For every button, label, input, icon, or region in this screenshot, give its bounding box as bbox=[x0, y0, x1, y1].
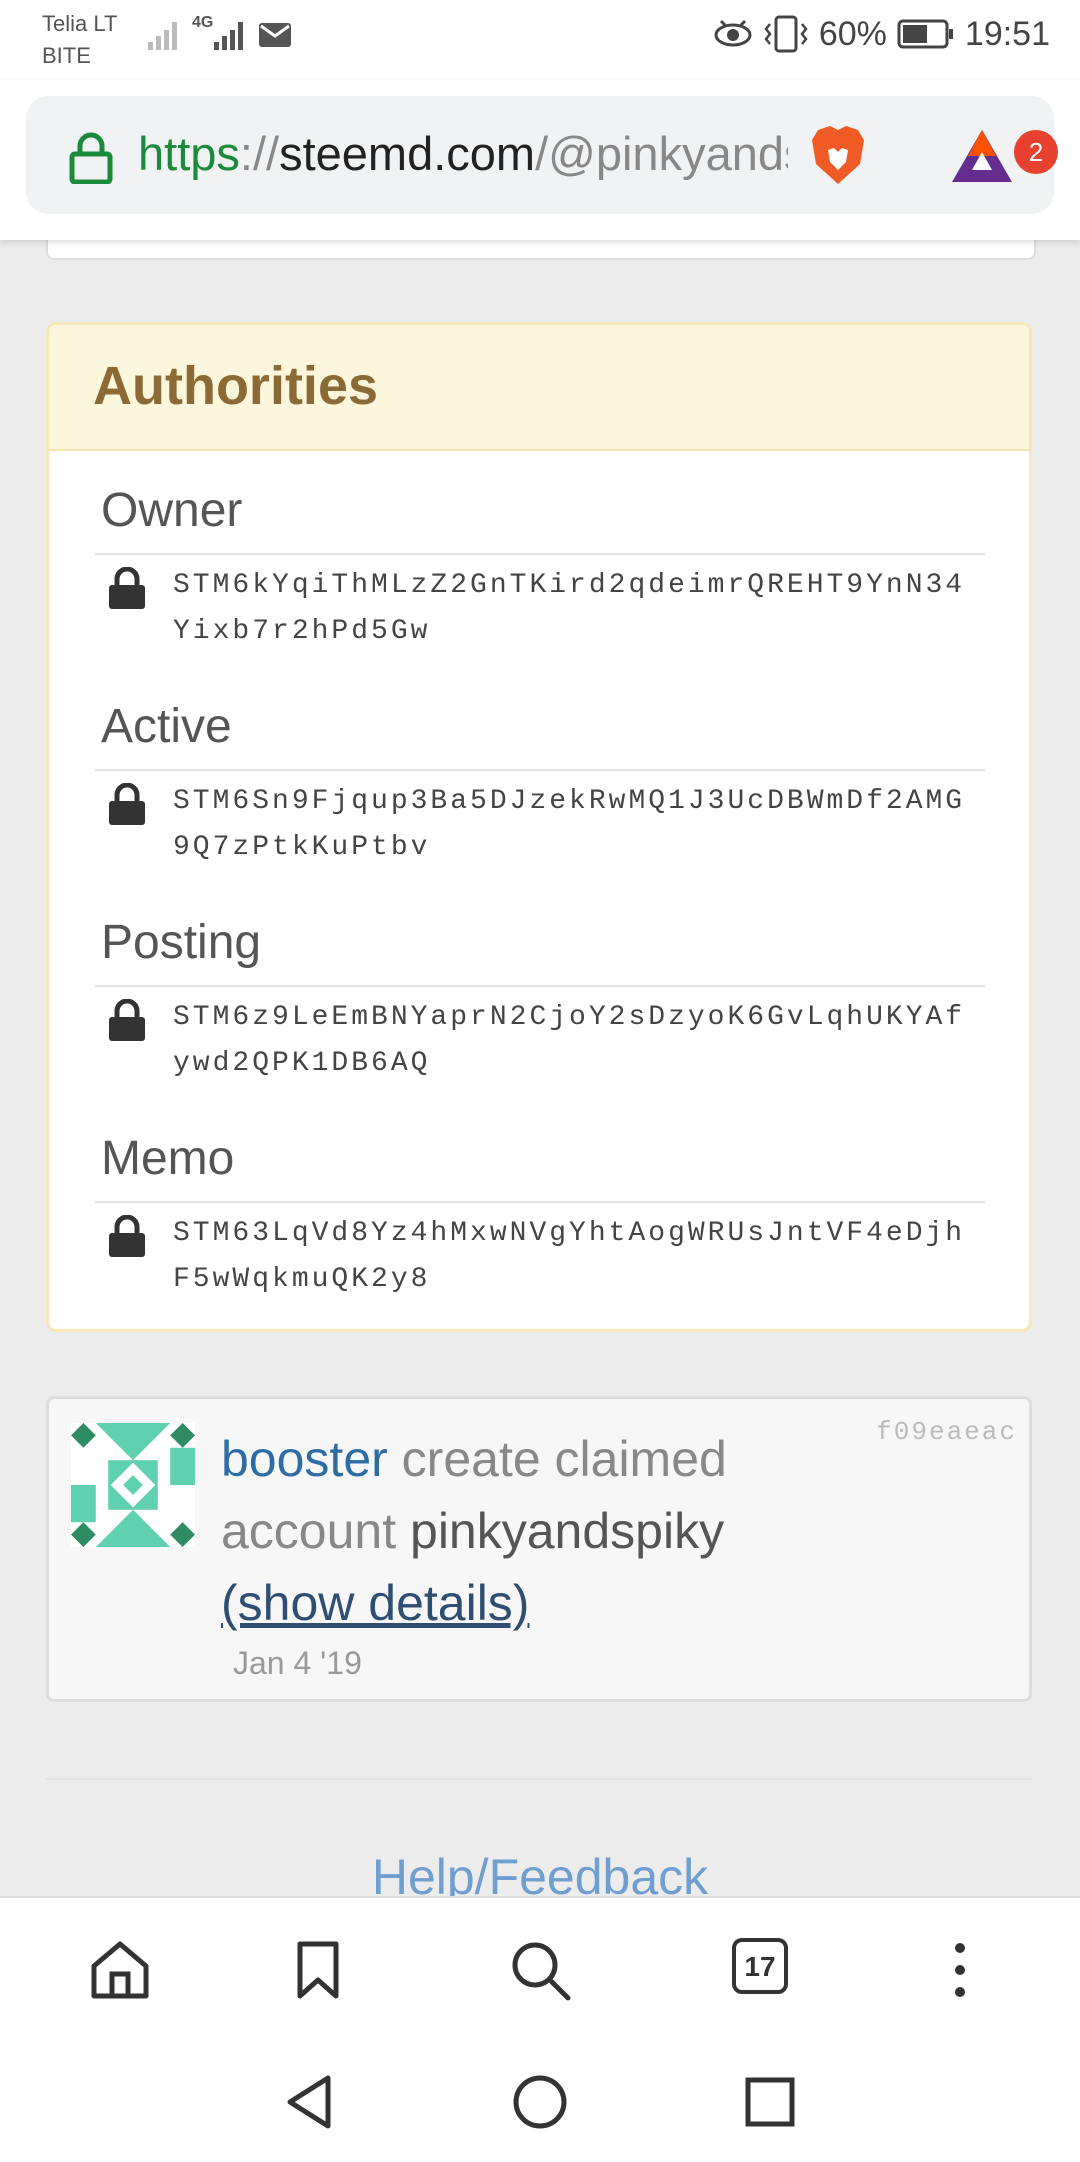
message-icon bbox=[259, 23, 291, 47]
status-right: 60% 19:51 bbox=[713, 14, 1050, 54]
clock: 19:51 bbox=[964, 14, 1050, 53]
tabs-button[interactable]: 17 bbox=[732, 1938, 788, 1994]
bookmark-icon[interactable] bbox=[286, 1938, 350, 2002]
battery-percent: 60% bbox=[818, 14, 887, 53]
authority-label-owner: Owner bbox=[101, 484, 243, 537]
browser-address-bar: https://steemd.com/@pinkyandspiky 2 bbox=[0, 80, 1080, 240]
browser-toolbar: 17 bbox=[0, 1896, 1080, 2042]
url-path: /@pinkyandspiky bbox=[535, 127, 788, 180]
authority-label-active: Active bbox=[101, 700, 232, 753]
panel-header: Authorities bbox=[49, 325, 1029, 451]
authorities-panel: Authorities Owner STM6kYqiThMLzZ2GnTKird… bbox=[46, 322, 1032, 1332]
show-details-link[interactable]: (show details) bbox=[221, 1575, 529, 1631]
authority-label-posting: Posting bbox=[101, 916, 262, 969]
signal-icon bbox=[148, 22, 177, 50]
status-bar: Telia LT BITE 4G 60% 19:51 bbox=[0, 0, 1080, 80]
lock-icon bbox=[109, 783, 145, 825]
search-icon[interactable] bbox=[508, 1938, 572, 2002]
carrier-info: Telia LT BITE bbox=[42, 8, 117, 72]
system-nav-bar bbox=[0, 2040, 1080, 2162]
owner-key: STM6kYqiThMLzZ2GnTKird2qdeimrQREHT9YnN34… bbox=[173, 570, 966, 647]
vibrate-icon bbox=[764, 15, 808, 53]
divider bbox=[95, 553, 985, 555]
url-separator: :// bbox=[239, 127, 280, 180]
brave-shields-icon[interactable] bbox=[810, 124, 866, 186]
carrier-name-2: BITE bbox=[42, 43, 91, 68]
brave-rewards-icon[interactable] bbox=[950, 126, 1014, 186]
signal-icon-2 bbox=[214, 22, 243, 50]
url-scheme: https bbox=[138, 127, 240, 180]
eye-comfort-icon bbox=[714, 19, 752, 47]
home-icon[interactable] bbox=[88, 1938, 152, 2002]
posting-key: STM6z9LeEmBNYaprN2CjoY2sDzyoK6GvLqhUKYAf… bbox=[173, 1002, 966, 1079]
actor-link[interactable]: booster bbox=[221, 1431, 388, 1487]
authority-label-memo: Memo bbox=[101, 1132, 235, 1185]
activity-date: Jan 4 '19 bbox=[233, 1645, 362, 1681]
url-field[interactable]: https://steemd.com/@pinkyandspiky 2 bbox=[26, 96, 1058, 214]
rewards-badge: 2 bbox=[1014, 130, 1058, 174]
lock-icon bbox=[109, 1215, 145, 1257]
lock-icon bbox=[109, 567, 145, 609]
divider bbox=[95, 769, 985, 771]
footer-divider bbox=[46, 1778, 1032, 1780]
recents-icon[interactable] bbox=[744, 2076, 796, 2128]
memo-key: STM63LqVd8Yz4hMxwNVgYhtAogWRUsJntVF4eDjh… bbox=[173, 1218, 966, 1295]
more-menu-icon[interactable] bbox=[928, 1938, 992, 2002]
divider bbox=[95, 1201, 985, 1203]
carrier-name: Telia LT bbox=[42, 11, 118, 36]
panel-title: Authorities bbox=[93, 356, 379, 416]
activity-card: f09eaeac booster create claimed account … bbox=[46, 1396, 1032, 1702]
avatar[interactable] bbox=[71, 1423, 195, 1547]
active-key: STM6Sn9Fjqup3Ba5DJzekRwMQ1J3UcDBWmDf2AMG… bbox=[173, 786, 966, 863]
url-text[interactable]: https://steemd.com/@pinkyandspiky bbox=[138, 124, 788, 184]
target-account[interactable]: pinkyandspiky bbox=[410, 1503, 724, 1559]
transaction-hash[interactable]: f09eaeac bbox=[876, 1417, 1017, 1447]
url-host: steemd.com bbox=[279, 127, 536, 180]
activity-description: booster create claimed account pinkyands… bbox=[221, 1423, 821, 1639]
battery-icon bbox=[897, 19, 953, 49]
back-icon[interactable] bbox=[284, 2074, 334, 2130]
secure-lock-icon bbox=[69, 132, 113, 184]
home-nav-icon[interactable] bbox=[512, 2074, 568, 2130]
network-type: 4G bbox=[192, 14, 214, 31]
divider bbox=[95, 985, 985, 987]
lock-icon bbox=[109, 999, 145, 1041]
